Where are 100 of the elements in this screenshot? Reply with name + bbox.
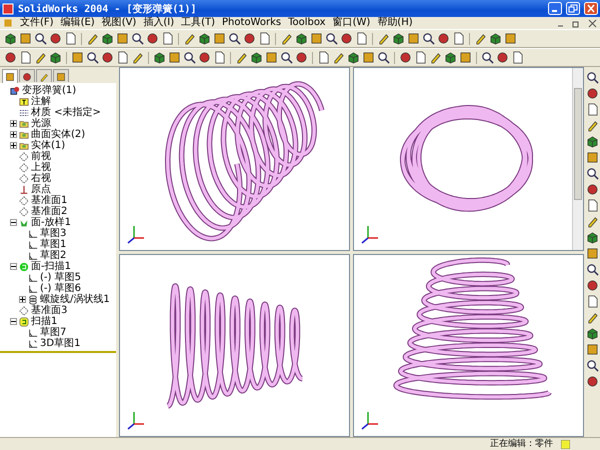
cube-icon[interactable] — [198, 32, 211, 45]
tree-item[interactable]: (-) 草图5 — [40, 272, 81, 283]
square-icon[interactable] — [504, 32, 517, 45]
tree-item[interactable]: 面-放样1 — [31, 217, 71, 228]
square-icon[interactable] — [586, 151, 598, 164]
square-icon[interactable] — [168, 51, 181, 64]
close-icon[interactable] — [588, 18, 597, 28]
circle-icon[interactable] — [22, 72, 32, 82]
tree-item[interactable]: 螺旋线/涡状线1 — [40, 294, 110, 305]
menu-item[interactable]: 工具(T) — [181, 17, 216, 29]
page-icon[interactable] — [64, 32, 77, 45]
search-icon[interactable] — [586, 359, 598, 372]
pencil-icon[interactable] — [586, 311, 598, 324]
expand-toggle[interactable] — [19, 296, 26, 303]
pencil-icon[interactable] — [235, 51, 248, 64]
pencil-icon[interactable] — [586, 119, 598, 132]
pencil-icon[interactable] — [377, 32, 390, 45]
search-icon[interactable] — [586, 71, 598, 84]
search-icon[interactable] — [34, 32, 47, 45]
menu-item[interactable]: 窗口(W) — [332, 17, 370, 29]
tree-item[interactable]: 草图1 — [40, 239, 66, 250]
square-icon[interactable] — [5, 72, 15, 82]
tree-item[interactable]: 变形弹簧(1) — [22, 85, 76, 96]
circle-icon[interactable] — [146, 32, 159, 45]
square-icon[interactable] — [586, 343, 598, 356]
circle-icon[interactable] — [101, 51, 114, 64]
square-icon[interactable] — [586, 247, 598, 260]
viewport[interactable] — [119, 67, 350, 250]
circle-icon[interactable] — [586, 375, 598, 388]
tree-item[interactable]: 面-扫描1 — [31, 261, 71, 272]
square-icon[interactable] — [362, 51, 375, 64]
pencil-icon[interactable] — [86, 32, 99, 45]
expand-toggle[interactable] — [10, 318, 17, 325]
tree-item[interactable]: 3D草图1 — [40, 338, 80, 349]
circle-icon[interactable] — [496, 51, 509, 64]
viewport[interactable] — [353, 254, 584, 437]
page-icon[interactable] — [161, 32, 174, 45]
tree-item[interactable]: 基准面2 — [31, 206, 68, 217]
cube-icon[interactable] — [250, 51, 263, 64]
page-icon[interactable] — [19, 51, 32, 64]
tree-item[interactable]: 扫描1 — [31, 316, 58, 327]
circle-icon[interactable] — [586, 279, 598, 292]
circle-icon[interactable] — [243, 32, 256, 45]
circle-icon[interactable] — [295, 51, 308, 64]
square-icon[interactable] — [71, 51, 84, 64]
page-icon[interactable] — [355, 32, 368, 45]
circle-icon[interactable] — [4, 51, 17, 64]
expand-toggle[interactable] — [10, 219, 17, 226]
help-icon[interactable] — [561, 440, 570, 448]
cube-icon[interactable] — [153, 51, 166, 64]
tree-item[interactable]: 材质 <未指定> — [31, 107, 101, 118]
search-icon[interactable] — [481, 51, 494, 64]
tree-item[interactable]: 原点 — [31, 184, 51, 195]
pencil-icon[interactable] — [183, 32, 196, 45]
restore-button[interactable] — [566, 2, 580, 15]
cube-icon[interactable] — [489, 32, 502, 45]
search-icon[interactable] — [586, 263, 598, 276]
tree-item[interactable]: 基准面1 — [31, 195, 68, 206]
restore-icon[interactable] — [572, 18, 581, 28]
page-icon[interactable] — [586, 199, 598, 212]
pencil-icon[interactable] — [280, 32, 293, 45]
square-icon[interactable] — [19, 32, 32, 45]
circle-icon[interactable] — [198, 51, 211, 64]
tree-item[interactable]: 注解 — [31, 96, 51, 107]
search-icon[interactable] — [228, 32, 241, 45]
tree-item[interactable]: 前视 — [31, 151, 51, 162]
menu-item[interactable]: Toolbox — [288, 17, 326, 29]
circle-icon[interactable] — [340, 32, 353, 45]
viewport[interactable] — [119, 254, 350, 437]
menu-item[interactable]: 视图(V) — [102, 17, 136, 29]
close-button[interactable] — [584, 2, 598, 15]
page-icon[interactable] — [586, 295, 598, 308]
search-icon[interactable] — [422, 32, 435, 45]
page-icon[interactable] — [213, 51, 226, 64]
tree-item[interactable]: (-) 草图6 — [40, 283, 81, 294]
pencil-icon[interactable] — [131, 51, 144, 64]
pencil-icon[interactable] — [429, 51, 442, 64]
square-icon[interactable] — [56, 72, 66, 82]
search-icon[interactable] — [325, 32, 338, 45]
menu-item[interactable]: 帮助(H) — [377, 17, 413, 29]
page-icon[interactable] — [258, 32, 271, 45]
circle-icon[interactable] — [49, 32, 62, 45]
page-icon[interactable] — [414, 51, 427, 64]
expand-toggle[interactable] — [10, 120, 17, 127]
panel-tab[interactable] — [53, 69, 69, 82]
page-icon[interactable] — [317, 51, 330, 64]
panel-tab[interactable] — [36, 69, 52, 82]
tree-item[interactable]: 草图3 — [40, 228, 66, 239]
menu-item[interactable]: 文件(F) — [20, 17, 54, 29]
page-icon[interactable] — [511, 51, 524, 64]
square-icon[interactable] — [265, 51, 278, 64]
panel-tab[interactable] — [19, 69, 35, 82]
tree-item[interactable]: 草图7 — [40, 327, 66, 338]
square-icon[interactable] — [407, 32, 420, 45]
menu-item[interactable]: 插入(I) — [143, 17, 174, 29]
cube-icon[interactable] — [586, 231, 598, 244]
search-icon[interactable] — [131, 32, 144, 45]
expand-toggle[interactable] — [10, 131, 17, 138]
menu-item[interactable]: PhotoWorks — [222, 17, 282, 29]
tree-item[interactable]: 光源 — [31, 118, 51, 129]
